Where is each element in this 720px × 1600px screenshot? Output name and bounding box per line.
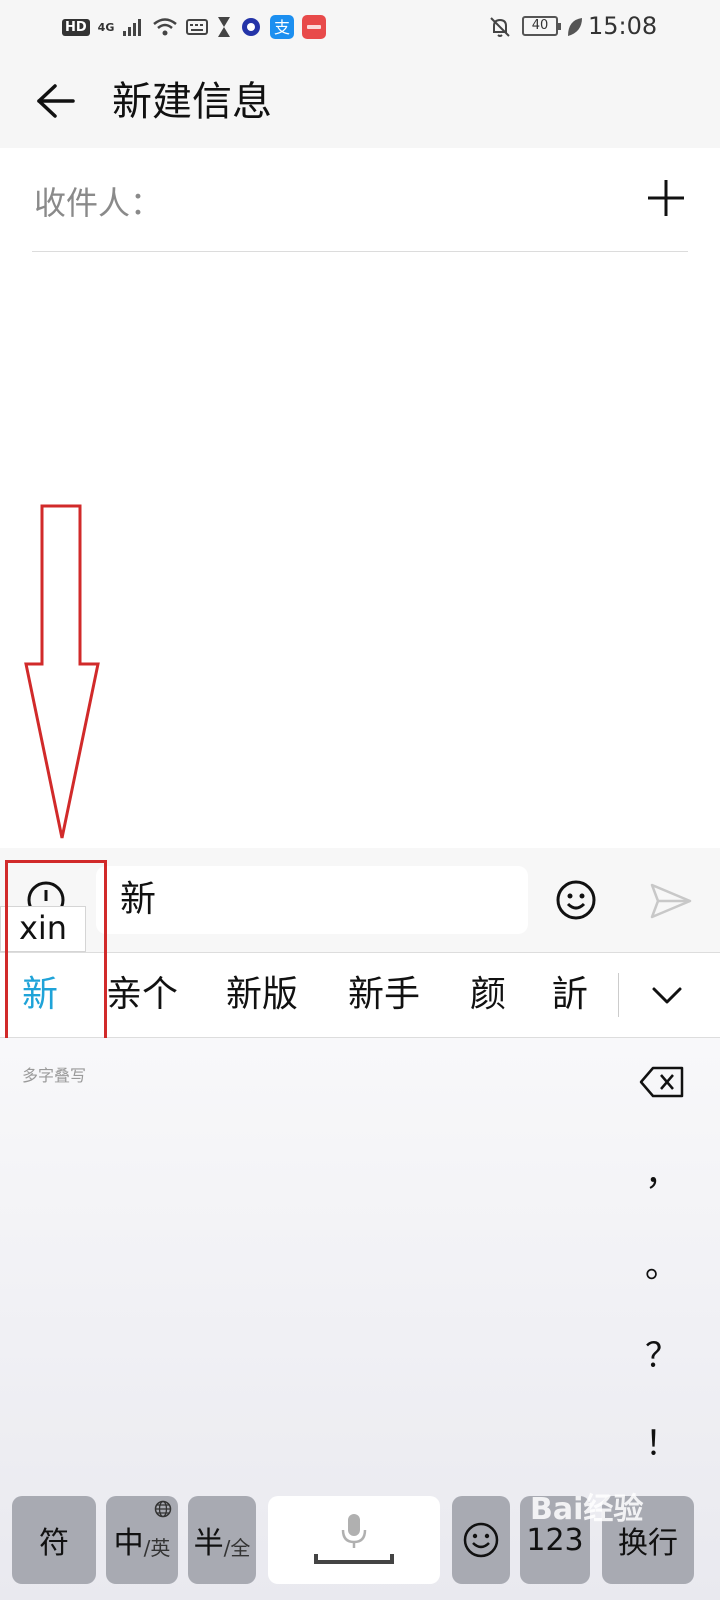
baidu-jingyan-watermark: Bai经验 [530, 1492, 644, 1527]
language-key-label: 中 [113, 1526, 144, 1561]
emoji-icon [463, 1522, 499, 1558]
candidate-word[interactable]: 颜 [470, 969, 506, 1021]
network-type: 4G [97, 20, 115, 34]
question-key[interactable]: ？ [628, 1316, 696, 1388]
signal-icon [122, 17, 144, 37]
send-icon [650, 883, 692, 919]
half-key-sub: /全 [223, 1535, 251, 1560]
backspace-key[interactable] [628, 1046, 696, 1118]
expand-candidates-button[interactable] [642, 971, 692, 1021]
hd-badge: HD [62, 18, 90, 36]
microphone-icon [314, 1514, 394, 1564]
backspace-icon [639, 1066, 684, 1098]
message-input[interactable]: 新 [96, 866, 528, 934]
page-title: 新建信息 [112, 79, 272, 125]
globe-icon [154, 1500, 172, 1518]
comma-key[interactable]: ， [628, 1134, 696, 1206]
hourglass-icon [216, 16, 232, 38]
candidate-divider [618, 973, 619, 1017]
candidate-bar: 新 亲个 新版 新手 颜 訢 [0, 952, 720, 1038]
status-bar: HD 4G 支 40 15:08 [0, 0, 720, 56]
annotation-highlight-box [5, 860, 107, 1064]
symbol-key-label: 符 [39, 1526, 69, 1561]
app-circle-icon [240, 16, 262, 38]
handwriting-mode-hint: 多字叠写 [22, 1066, 87, 1085]
mute-bell-icon [488, 15, 512, 39]
status-left-icons: HD 4G 支 [62, 14, 327, 40]
symbol-key[interactable]: 符 [12, 1496, 96, 1584]
language-switch-key[interactable]: 中/英 [106, 1496, 178, 1584]
wifi-icon [152, 17, 178, 37]
exclamation-key[interactable]: ！ [628, 1404, 696, 1476]
plus-icon [648, 180, 684, 216]
add-recipient-button[interactable] [642, 174, 690, 222]
huawei-app-icon [302, 15, 327, 39]
candidate-word[interactable]: 訢 [552, 969, 588, 1021]
leaf-icon [566, 16, 584, 38]
recipient-row[interactable]: 收件人： [0, 148, 720, 252]
alipay-icon: 支 [270, 15, 295, 39]
space-voice-key[interactable] [268, 1496, 440, 1584]
send-button[interactable] [648, 878, 694, 924]
annotation-arrow [24, 504, 100, 839]
recipient-label: 收件人： [34, 184, 163, 222]
language-key-sub: /英 [143, 1535, 171, 1560]
keyboard-status-icon [186, 19, 209, 35]
candidate-word[interactable]: 新手 [348, 969, 420, 1021]
candidate-word[interactable]: 新版 [226, 969, 298, 1021]
keyboard-emoji-key[interactable] [452, 1496, 510, 1584]
app-bar: 新建信息 [0, 56, 720, 148]
half-full-width-key[interactable]: 半/全 [188, 1496, 256, 1584]
svg-text:支: 支 [274, 18, 290, 37]
back-button[interactable] [30, 76, 80, 126]
status-time: 15:08 [588, 12, 658, 40]
chevron-down-icon [652, 987, 682, 1004]
back-arrow-icon [37, 84, 75, 118]
half-key-label: 半 [193, 1526, 224, 1561]
period-key[interactable]: 。 [628, 1226, 696, 1298]
emoji-icon [556, 880, 596, 920]
candidate-word[interactable]: 亲个 [106, 969, 178, 1021]
message-body-area [0, 252, 720, 848]
emoji-button[interactable] [552, 876, 600, 924]
battery-indicator: 40 [522, 16, 561, 36]
compose-bar: 新 [0, 848, 720, 952]
